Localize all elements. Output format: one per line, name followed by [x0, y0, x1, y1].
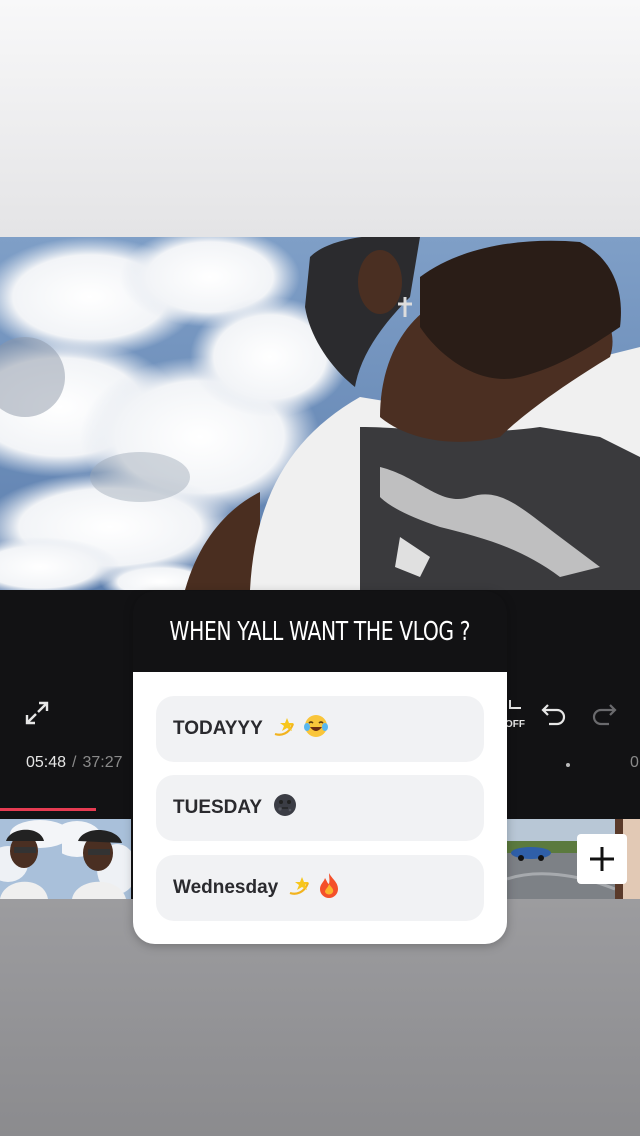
current-time: 05:48	[26, 754, 67, 771]
poll-option-label: TODAYYY	[173, 718, 263, 739]
timeline-dot	[566, 763, 570, 767]
story-top-background	[0, 0, 640, 237]
progress-bar[interactable]	[0, 808, 96, 811]
new-moon-face-emoji	[272, 792, 298, 824]
poll-sticker[interactable]: WHEN YALL WANT THE VLOG ? TODAYYY TUESDA…	[133, 591, 507, 944]
fire-emoji	[318, 872, 340, 904]
poll-question: WHEN YALL WANT THE VLOG ?	[169, 616, 471, 647]
off-label: OFF	[505, 719, 525, 730]
poll-option-label: Wednesday	[173, 877, 279, 898]
add-clip-icon	[590, 847, 614, 871]
redo-icon[interactable]	[590, 700, 618, 731]
poll-option-label: TUESDAY	[173, 797, 263, 818]
poll-option-tuesday[interactable]: TUESDAY	[156, 775, 484, 841]
dizzy-star-emoji	[288, 873, 314, 903]
poll-options: TODAYYY TUESDAY Wednesday	[133, 672, 507, 944]
poll-option-wednesday[interactable]: Wednesday	[156, 855, 484, 921]
playback-timecode: 05:48 / 37:27	[26, 754, 123, 772]
poll-header: WHEN YALL WANT THE VLOG ?	[133, 591, 507, 672]
video-frame-image	[0, 237, 640, 590]
add-clip-button[interactable]	[577, 834, 627, 884]
timeline-thumbnail[interactable]	[0, 819, 62, 899]
time-separator: /	[72, 754, 77, 771]
poll-option-todayyy[interactable]: TODAYYY	[156, 696, 484, 762]
total-time: 37:27	[82, 754, 123, 771]
tears-of-joy-emoji	[303, 713, 329, 745]
right-time-fragment: 0	[630, 754, 639, 771]
off-toggle[interactable]: OFF	[505, 698, 525, 730]
fullscreen-icon[interactable]	[24, 700, 50, 731]
timeline-thumbnail[interactable]	[62, 819, 131, 899]
video-preview[interactable]	[0, 237, 640, 590]
undo-icon[interactable]	[540, 700, 568, 731]
dizzy-star-emoji	[273, 714, 299, 744]
